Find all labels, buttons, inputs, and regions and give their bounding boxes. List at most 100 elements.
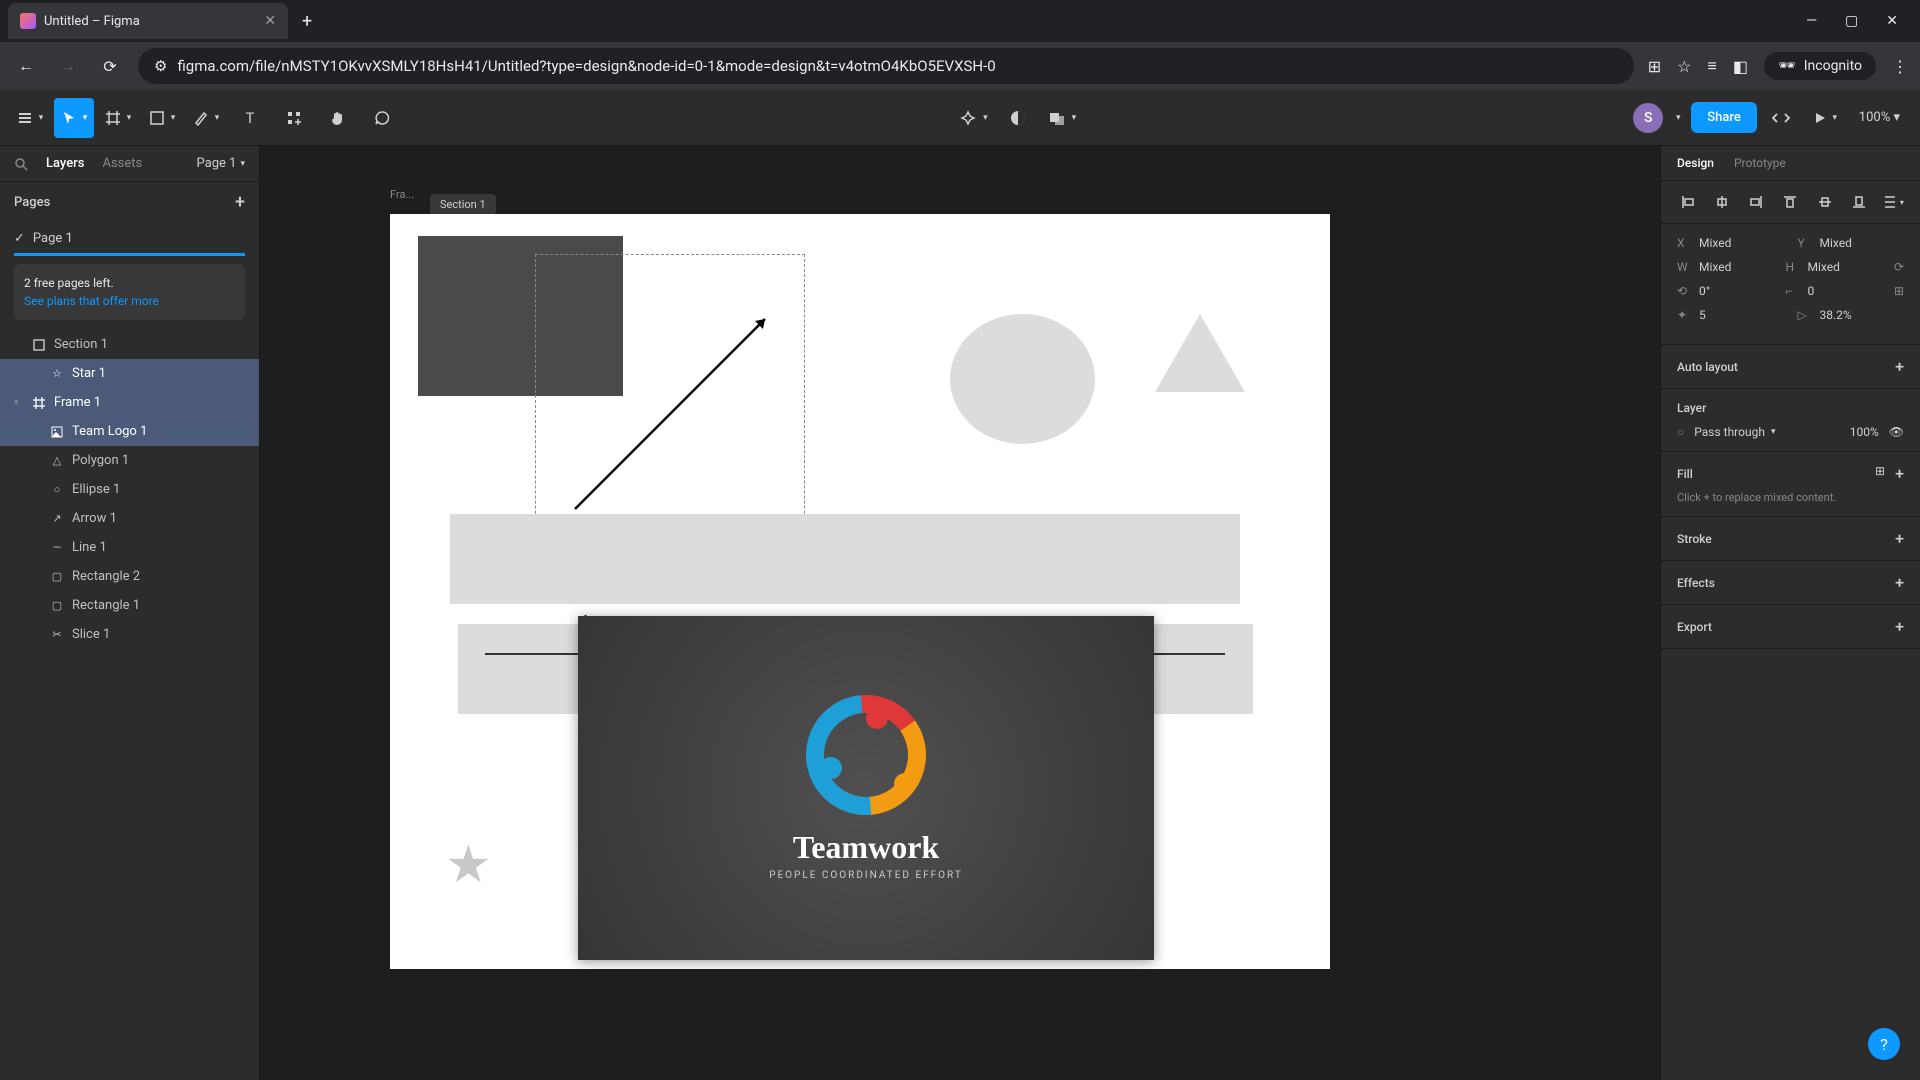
user-avatar[interactable]: S [1633,103,1663,133]
side-panel-icon[interactable]: ◧ [1733,57,1748,76]
polygon-1-shape[interactable] [1155,314,1245,392]
layer-row[interactable]: △Polygon 1 [0,446,259,475]
prototype-tab[interactable]: Prototype [1734,156,1786,170]
browser-menu-icon[interactable]: ⋮ [1892,57,1908,76]
add-page-button[interactable]: + [235,192,245,213]
reading-list-icon[interactable]: ≡ [1707,56,1716,76]
star-ratio-field[interactable]: ▷38.2% [1798,308,1905,322]
share-button[interactable]: Share [1691,102,1757,133]
height-field[interactable]: HMixed [1785,260,1879,274]
pen-tool[interactable]: ▾ [186,98,226,138]
minimize-icon[interactable]: — [1806,13,1817,29]
layer-row[interactable]: ☆Star 1 [0,359,259,388]
dark-mode-toggle[interactable] [998,98,1038,138]
align-left-button[interactable] [1677,191,1699,213]
layer-row[interactable]: Section 1 [0,330,259,359]
layers-tab[interactable]: Layers [46,156,84,171]
y-field[interactable]: YMixed [1798,236,1905,250]
assets-tab[interactable]: Assets [102,156,142,171]
maximize-icon[interactable]: ▢ [1845,13,1858,29]
layer-name: Star 1 [72,366,106,381]
opacity-field[interactable]: 100% [1850,425,1879,439]
main-menu-button[interactable]: ▾ [10,98,50,138]
layer-row[interactable]: ▾Frame 1 [0,388,259,417]
mask-tool-button[interactable]: ▾ [1042,98,1083,138]
add-effect-button[interactable]: + [1895,573,1904,592]
url-field[interactable]: ⚙ figma.com/file/nMSTY1OKvvXSMLY18HsH41/… [138,48,1634,84]
layer-row[interactable]: ▢Rectangle 1 [0,591,259,620]
x-field[interactable]: XMixed [1677,236,1784,250]
frame-label[interactable]: Fra... [390,188,414,201]
layer-row[interactable]: ○Ellipse 1 [0,475,259,504]
chevron-down-icon: ▾ [983,113,988,123]
forward-button[interactable]: → [54,52,82,80]
present-button[interactable]: ▾ [1805,98,1845,138]
layer-row[interactable]: Team Logo 1 [0,417,259,446]
width-field[interactable]: WMixed [1677,260,1771,274]
align-vcenter-button[interactable] [1814,191,1836,213]
page-item[interactable]: ✓ Page 1 [0,223,259,254]
comment-tool[interactable] [362,98,402,138]
canvas[interactable]: Fra... Section 1 ⇕ ★ [260,146,1660,1080]
install-app-icon[interactable]: ⊞ [1648,57,1661,76]
align-right-button[interactable] [1745,191,1767,213]
team-logo-image[interactable]: Teamwork People Coordinated Effort [578,616,1154,960]
add-export-button[interactable]: + [1895,617,1904,636]
dev-mode-button[interactable] [1761,98,1801,138]
layer-row[interactable]: ✂Slice 1 [0,620,259,649]
rectangle-2-shape[interactable] [450,514,1240,604]
page-selector[interactable]: Page 1 ▾ [197,156,245,171]
new-tab-button[interactable]: + [292,11,322,32]
move-tool[interactable]: ▾ [54,98,94,138]
add-fill-button[interactable]: + [1895,464,1904,483]
blend-mode-select[interactable]: Pass through ▾ [1694,425,1839,439]
resources-tool[interactable] [274,98,314,138]
star-points-field[interactable]: ✦5 [1677,308,1784,322]
artboard[interactable]: ⇕ ★ Teamwork People Coordinated Effort [390,214,1330,969]
add-stroke-button[interactable]: + [1895,529,1904,548]
layer-row[interactable]: —Line 1 [0,533,259,562]
reload-button[interactable]: ⟳ [96,52,124,80]
figma-main: Layers Assets Page 1 ▾ Pages + ✓ Page 1 … [0,146,1920,1080]
visibility-icon[interactable]: 👁 [1889,425,1904,439]
rotation-field[interactable]: ⟲0° [1677,284,1771,298]
close-window-icon[interactable]: ✕ [1886,13,1898,29]
align-top-button[interactable] [1779,191,1801,213]
browser-tab[interactable]: Untitled – Figma ✕ [8,3,288,39]
design-tab[interactable]: Design [1677,156,1714,170]
align-hcenter-button[interactable] [1711,191,1733,213]
frame-tool[interactable]: ▾ [98,98,138,138]
layer-row[interactable]: ↗Arrow 1 [0,504,259,533]
chevron-down-icon: ▾ [1072,113,1077,123]
constrain-proportions-icon[interactable]: ⟳ [1894,260,1904,274]
star-1-shape[interactable]: ★ [445,834,492,895]
close-tab-icon[interactable]: ✕ [264,13,276,29]
text-tool[interactable]: T [230,98,270,138]
layer-row[interactable]: ▢Rectangle 2 [0,562,259,591]
see-plans-link[interactable]: See plans that offer more [24,294,159,308]
corner-radius-field[interactable]: ⌐0 [1785,284,1879,298]
hand-tool[interactable] [318,98,358,138]
section-icon [32,338,46,352]
logo-title: Teamwork [793,829,939,866]
section-tag[interactable]: Section 1 [430,194,496,215]
zoom-level[interactable]: 100% ▾ [1849,110,1910,125]
ai-tools-button[interactable]: ▾ [953,98,994,138]
url-text: figma.com/file/nMSTY1OKvvXSMLY18HsH41/Un… [177,57,995,75]
back-button[interactable]: ← [12,52,40,80]
expand-icon[interactable]: ▾ [14,398,24,408]
site-settings-icon[interactable]: ⚙ [154,57,167,75]
arrow-1-shape[interactable] [565,299,795,529]
distribute-button[interactable]: ▾ [1882,191,1904,213]
bookmark-icon[interactable]: ☆ [1677,57,1691,76]
independent-corners-icon[interactable]: ⊞ [1894,284,1904,298]
align-bottom-button[interactable] [1848,191,1870,213]
shape-tool[interactable]: ▾ [142,98,182,138]
search-icon[interactable] [14,157,28,171]
user-menu-chevron[interactable]: ▾ [1667,98,1687,138]
add-auto-layout-button[interactable]: + [1895,357,1904,376]
fill-styles-icon[interactable]: ⊞ [1875,464,1885,483]
ellipse-1-shape[interactable] [950,314,1095,444]
help-button[interactable]: ? [1868,1028,1900,1060]
incognito-badge[interactable]: 🕶 Incognito [1764,52,1876,80]
